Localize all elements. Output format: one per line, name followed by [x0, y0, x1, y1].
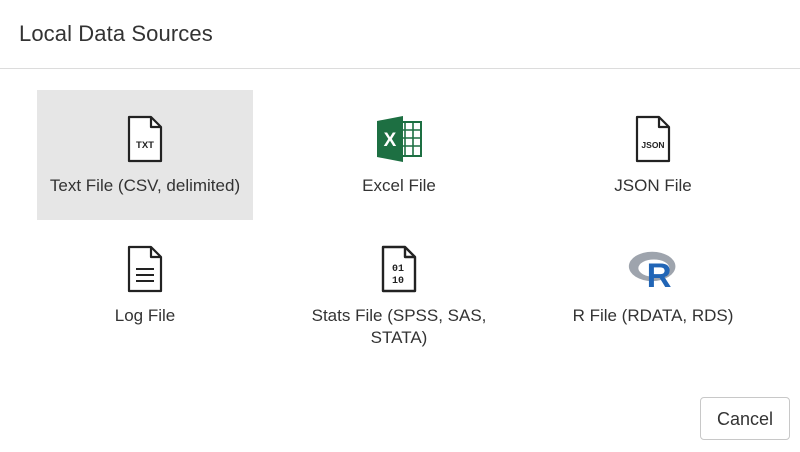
svg-text:TXT: TXT: [136, 140, 154, 151]
svg-text:R: R: [647, 257, 672, 292]
r-logo-icon: R: [628, 244, 678, 294]
svg-text:X: X: [384, 130, 397, 151]
log-file-label: Log File: [114, 306, 176, 325]
binary-file-icon: 01 10: [374, 244, 424, 294]
stats-file-option[interactable]: 01 10 Stats File (SPSS, SAS, STATA): [291, 220, 507, 350]
txt-file-icon: TXT: [120, 114, 170, 164]
local-data-sources-dialog: Local Data Sources TXT Text File (CSV, d…: [0, 0, 800, 452]
json-file-option[interactable]: JSON JSON File: [545, 90, 761, 220]
text-file-label: Text File (CSV, delimited): [49, 176, 241, 195]
log-file-option[interactable]: Log File: [37, 220, 253, 350]
data-source-grid: TXT Text File (CSV, delimited) X Excel F…: [0, 0, 800, 452]
excel-file-label: Excel File: [362, 176, 436, 195]
svg-text:01: 01: [392, 264, 404, 275]
text-file-option[interactable]: TXT Text File (CSV, delimited): [37, 90, 253, 220]
log-file-icon: [120, 244, 170, 294]
cancel-button[interactable]: Cancel: [700, 397, 790, 440]
svg-text:10: 10: [392, 276, 404, 287]
json-file-label: JSON File: [614, 176, 692, 195]
excel-icon: X: [374, 114, 424, 164]
excel-file-option[interactable]: X Excel File: [291, 90, 507, 220]
r-file-option[interactable]: R R File (RDATA, RDS): [545, 220, 761, 350]
svg-text:JSON: JSON: [641, 140, 664, 150]
stats-file-label: Stats File (SPSS, SAS, STATA): [311, 306, 487, 347]
r-file-label: R File (RDATA, RDS): [572, 306, 734, 325]
json-file-icon: JSON: [628, 114, 678, 164]
